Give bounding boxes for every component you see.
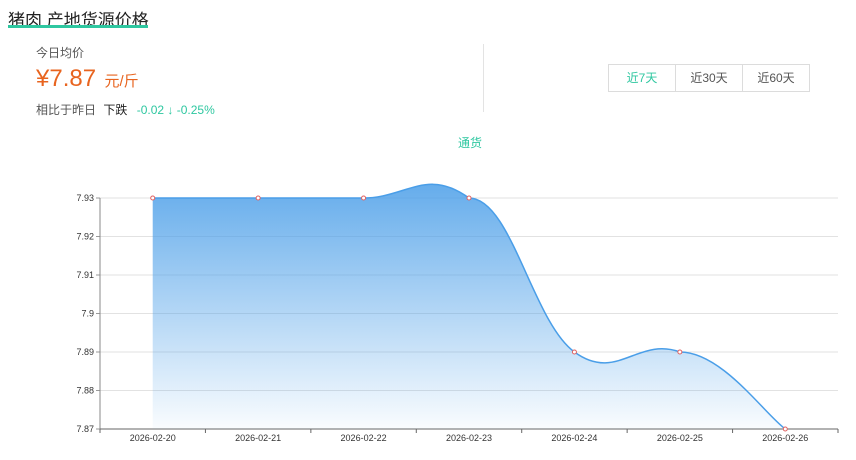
x-tick-label: 2026-02-25 <box>657 433 703 443</box>
x-tick-label: 2026-02-26 <box>762 433 808 443</box>
x-tick-label: 2026-02-22 <box>341 433 387 443</box>
x-tick-label: 2026-02-20 <box>130 433 176 443</box>
data-point <box>150 195 156 201</box>
x-tick-label: 2026-02-23 <box>446 433 492 443</box>
x-tick-label: 2026-02-24 <box>551 433 597 443</box>
data-point <box>677 349 683 355</box>
data-point <box>361 195 367 201</box>
y-tick-label: 7.93 <box>76 193 94 203</box>
series-area <box>152 184 786 429</box>
y-tick-label: 7.88 <box>76 386 94 396</box>
data-point <box>255 195 261 201</box>
data-point <box>466 195 472 201</box>
y-tick-label: 7.91 <box>76 270 94 280</box>
y-tick-label: 7.9 <box>81 309 94 319</box>
data-point <box>571 349 577 355</box>
y-tick-label: 7.87 <box>76 424 94 434</box>
x-tick-label: 2026-02-21 <box>235 433 281 443</box>
price-chart: 7.87 7.88 7.89 7.9 7.91 7.92 7.93 2026-02-20 202… <box>76 183 839 443</box>
data-point <box>782 426 788 432</box>
y-tick-label: 7.92 <box>76 232 94 242</box>
y-tick-label: 7.89 <box>76 347 94 357</box>
